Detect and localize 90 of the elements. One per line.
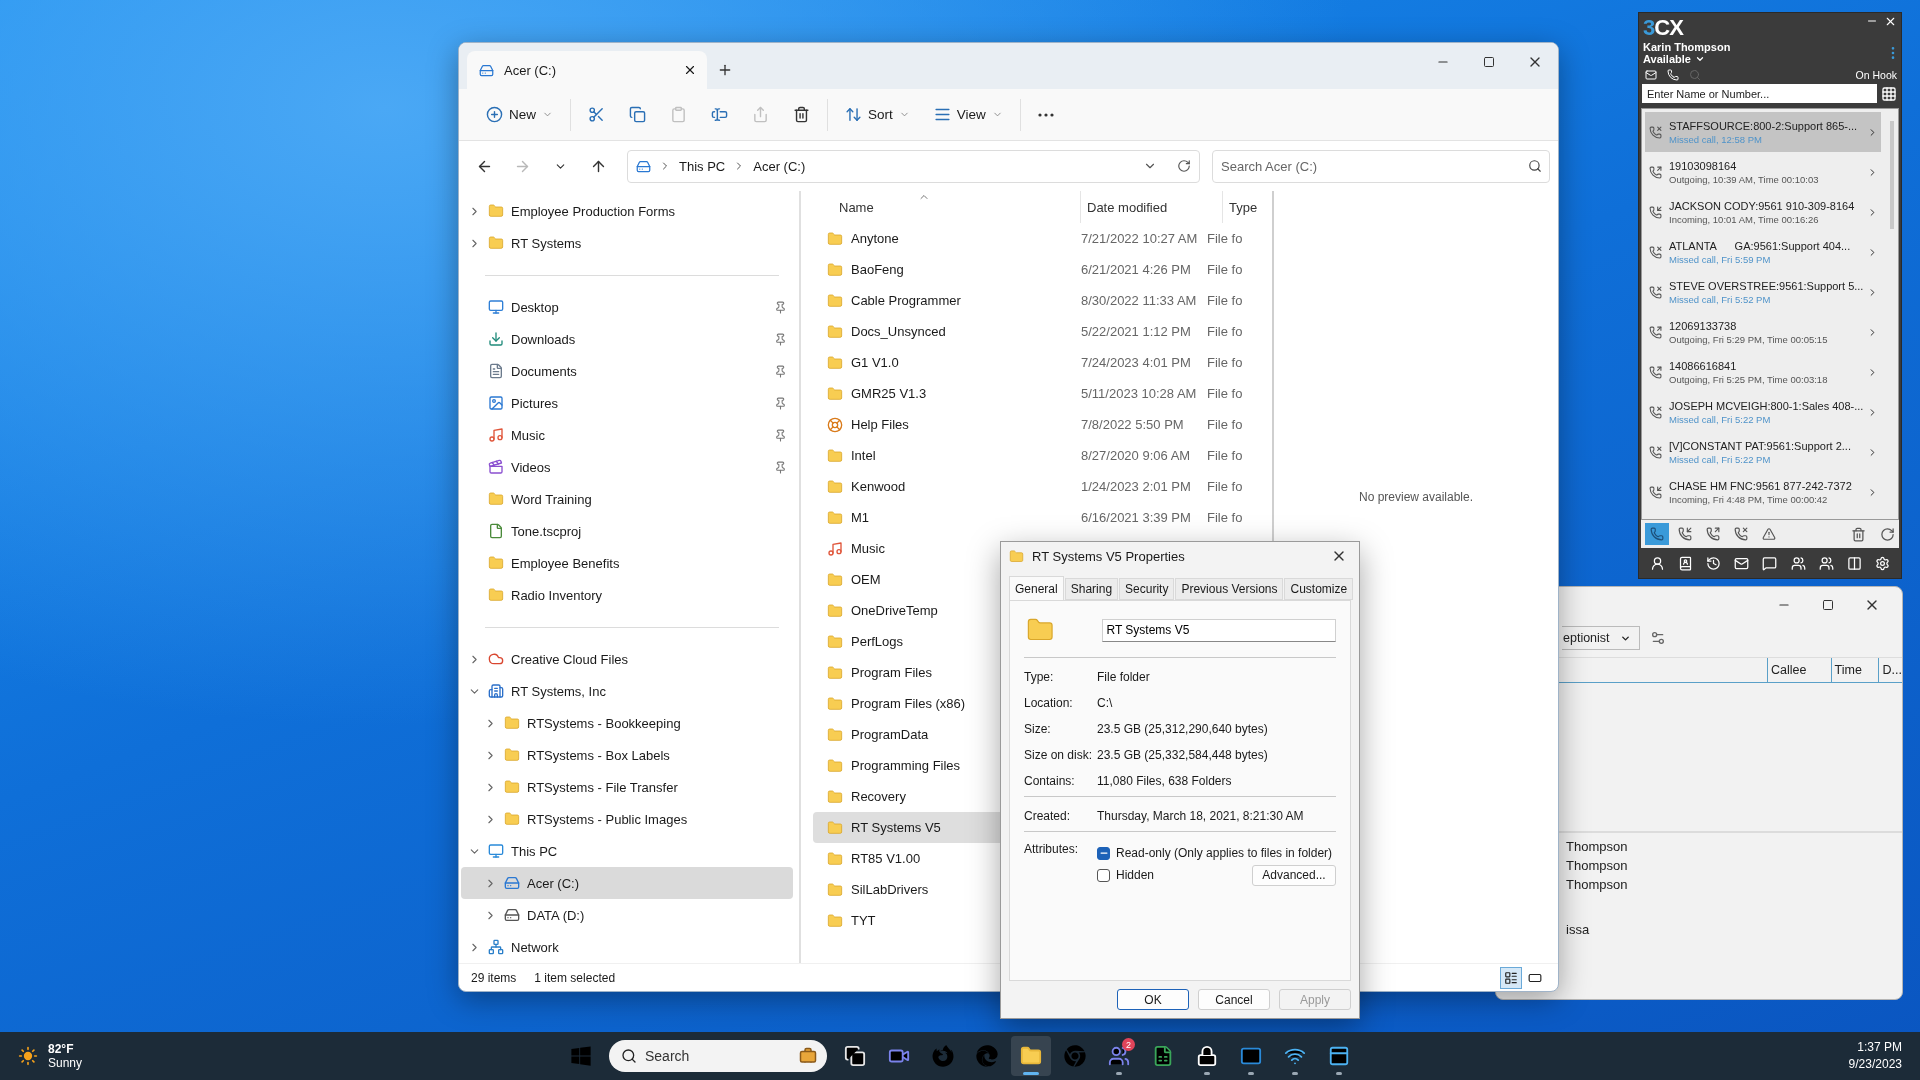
checkbox-label: Read-only (Only applies to files in folder) [1116, 846, 1333, 860]
file-name: Help Files [851, 417, 909, 432]
file-name: Recovery [851, 789, 906, 804]
call-title: ATLANTA GA:9561:Support 404... [1669, 239, 1852, 252]
type-cell: File fo [1207, 324, 1243, 339]
file-name: Docs_Unsynced [851, 324, 946, 339]
type-cell: File fo [1207, 417, 1243, 432]
file-name: OEM [851, 572, 881, 587]
clock-time: 1:37 PM [1856, 1039, 1902, 1056]
call-title: JACKSON CODY:9561 910-309-8164 [1669, 199, 1856, 212]
property-value: C:\ [1097, 696, 1113, 710]
property-label: Type: [1024, 670, 1055, 684]
property-value: 23.5 GB (25,312,290,640 bytes) [1097, 722, 1268, 736]
file-name: Program Files [851, 665, 932, 680]
call-title: STAFFSOURCE:800-2:Support 865-... [1669, 119, 1859, 132]
user-name: Karin Thompson [1642, 41, 1732, 53]
file-name: RT85 V1.00 [851, 851, 921, 866]
call-detail: Missed call, Fri 5:22 PM [1669, 413, 1772, 425]
property-label: Created: [1024, 809, 1072, 823]
date-cell-text: 6/16/2021 3:39 PM [1081, 510, 1192, 525]
call-title: STEVE OVERSTREE:9561:Support 5... [1669, 279, 1865, 292]
call-detail: Missed call, 12:58 PM [1669, 133, 1763, 145]
type-cell: File fo [1207, 386, 1243, 401]
type-cell: File fo [1207, 231, 1243, 246]
property-value: Thursday, March 18, 2021, 8:21:30 AM [1097, 809, 1304, 823]
logo: 3CX [1643, 15, 1683, 41]
type-cell: File fo [1207, 479, 1243, 494]
date-cell-text: 1/24/2023 2:01 PM [1081, 479, 1192, 494]
call-detail: Outgoing, Fri 5:25 PM, Time 00:03:18 [1669, 373, 1829, 385]
file-name: Music [851, 541, 885, 556]
property-label: Size: [1024, 722, 1052, 736]
property-label: Size on disk: [1024, 748, 1094, 762]
date-cell-text: 7/24/2023 4:01 PM [1081, 355, 1192, 370]
property-label: Attributes: [1024, 842, 1080, 858]
property-value: 23.5 GB (25,332,584,448 bytes) [1097, 748, 1268, 762]
call-detail: Incoming, 10:01 AM, Time 00:16:26 [1669, 213, 1820, 225]
call-title: CHASE HM FNC:9561 877-242-7372 [1669, 479, 1853, 492]
file-name: Kenwood [851, 479, 906, 494]
status-text: 1 item selected [534, 970, 616, 985]
date-cell-text: 5/22/2021 1:12 PM [1081, 324, 1192, 339]
file-name: ProgramData [851, 727, 929, 742]
property-value: 11,080 Files, 638 Folders [1097, 774, 1232, 788]
call-detail: Outgoing, 10:39 AM, Time 00:10:03 [1669, 173, 1820, 185]
date-cell-text: 6/21/2021 4:26 PM [1081, 262, 1192, 277]
call-detail: Missed call, Fri 5:22 PM [1669, 453, 1772, 465]
call-detail: Missed call, Fri 5:52 PM [1669, 293, 1772, 305]
file-name: PerfLogs [851, 634, 904, 649]
checkbox-label: Hidden [1116, 868, 1155, 882]
type-cell: File fo [1207, 262, 1243, 277]
file-name: Cable Programmer [851, 293, 961, 308]
date-cell-text: 7/8/2022 5:50 PM [1081, 417, 1185, 432]
file-name: RT Systems V5 [851, 820, 941, 835]
call-title: [V]CONSTANT PAT:9561:Support 2... [1669, 439, 1852, 452]
preview-message: No preview available. [1358, 490, 1474, 504]
dialog-title: RT Systems V5 Properties [1032, 548, 1185, 564]
file-name: M1 [851, 510, 870, 525]
file-name: Anytone [851, 231, 899, 246]
type-cell: File fo [1207, 293, 1243, 308]
property-label: Contains: [1024, 774, 1076, 788]
weather-condition: Sunny [48, 1056, 83, 1070]
call-detail: Incoming, Fri 4:48 PM, Time 00:00:42 [1669, 493, 1829, 505]
notification-badge: 2 [1122, 1038, 1135, 1051]
status-text: 29 items [471, 970, 517, 985]
file-name: Program Files (x86) [851, 696, 966, 711]
file-name: GMR25 V1.3 [851, 386, 927, 401]
call-title: 19103098164 [1669, 159, 1738, 172]
call-title: 12069133738 [1669, 319, 1738, 332]
weather-temp: 82°F [48, 1042, 75, 1056]
call-title: JOSEPH MCVEIGH:800-1:Sales 408-... [1669, 399, 1865, 412]
property-value: File folder [1097, 670, 1150, 684]
file-name: SilLabDrivers [851, 882, 929, 897]
type-cell: File fo [1207, 355, 1243, 370]
type-cell: File fo [1207, 448, 1243, 463]
file-name: OneDriveTemp [851, 603, 938, 618]
clock-date: 9/23/2023 [1848, 1056, 1902, 1073]
call-detail: Outgoing, Fri 5:29 PM, Time 00:05:15 [1669, 333, 1829, 345]
file-name: Intel [851, 448, 876, 463]
hook-status: On Hook [1855, 69, 1897, 81]
date-cell-text: 7/21/2022 10:27 AM [1081, 231, 1199, 246]
file-name: TYT [851, 913, 876, 928]
date-cell-text: 5/11/2023 10:28 AM [1081, 386, 1198, 401]
call-title: 14086616841 [1669, 359, 1738, 372]
file-name: G1 V1.0 [851, 355, 899, 370]
file-name: Programming Files [851, 758, 961, 773]
call-detail: Missed call, Fri 5:59 PM [1669, 253, 1772, 265]
date-cell-text: 8/30/2022 11:33 AM [1081, 293, 1198, 308]
date-cell-text: 8/27/2020 9:06 AM [1081, 448, 1192, 463]
property-label: Location: [1024, 696, 1074, 710]
type-cell: File fo [1207, 510, 1243, 525]
file-name: BaoFeng [851, 262, 904, 277]
